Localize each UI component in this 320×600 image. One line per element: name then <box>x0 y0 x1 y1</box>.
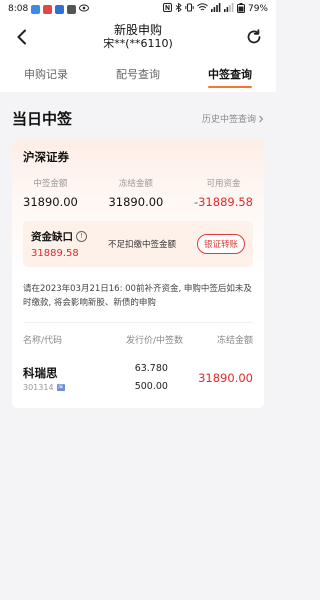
price-count: 63.780 500.00 <box>135 360 168 396</box>
column-header-frozen: 冻结金额 <box>216 336 253 347</box>
market-badge-icon: 深 <box>56 383 65 391</box>
status-time: 8:08 <box>8 4 29 14</box>
funding-gap-value: 31889.58 <box>31 248 79 259</box>
bluetooth-icon <box>175 2 182 15</box>
funding-gap-box: 资金缺口 ! 31889.58 不足扣缴中签金额 银证转账 <box>23 221 253 267</box>
stat-value: 31890.00 <box>108 195 164 209</box>
stat-available-funds: 可用资金 -31889.58 <box>194 177 253 209</box>
column-header-price: 发行价/中签数 <box>125 336 184 347</box>
stock-name: 科瑞思 <box>23 365 58 380</box>
vibrate-icon <box>185 3 194 15</box>
frozen-amount: 31890.00 <box>198 371 253 386</box>
refresh-icon <box>247 29 261 44</box>
signal-icon <box>210 3 221 15</box>
stat-label: 可用资金 <box>206 179 241 189</box>
winning-card: 沪深证券 中签金额 31890.00 冻结金额 31890.00 可用资金 -3… <box>12 139 264 409</box>
chevron-left-icon <box>17 29 26 45</box>
history-link-label: 历史中签查询 <box>201 115 256 125</box>
signal-icon <box>223 3 234 15</box>
chevron-right-icon <box>259 115 264 122</box>
stat-winning-amount: 中签金额 31890.00 <box>23 177 78 209</box>
funding-gap-note: 不足扣缴中签金额 <box>107 240 176 250</box>
payment-notice: 请在2023年03月21日16: 00前补齐资金, 申购中签后如未及时缴款, 将… <box>23 284 252 308</box>
app-notification-icon <box>55 4 65 14</box>
funding-gap-info: 资金缺口 ! 31889.58 <box>31 229 87 259</box>
header: 新股申购 宋**(**6110) <box>0 18 276 56</box>
eye-icon <box>79 4 90 15</box>
back-button[interactable] <box>12 27 32 47</box>
header-title-group: 新股申购 宋**(**6110) <box>103 22 173 50</box>
page-title: 新股申购 <box>113 22 162 37</box>
app-notification-icon <box>43 4 53 14</box>
tab-allotment-query[interactable]: 配号查询 <box>92 56 184 92</box>
status-right: 79% <box>162 2 268 16</box>
stock-code-row: 301314 深 <box>23 383 65 392</box>
stat-value: 31890.00 <box>23 195 78 209</box>
stat-label: 冻结金额 <box>118 179 153 189</box>
app-notification-icon <box>67 4 77 14</box>
table-header: 名称/代码 发行价/中签数 冻结金额 <box>12 323 264 352</box>
winning-count: 500.00 <box>134 381 168 393</box>
funding-gap-title-row: 资金缺口 ! <box>31 229 87 244</box>
tab-subscription-records[interactable]: 申购记录 <box>0 56 92 92</box>
column-header-name: 名称/代码 <box>23 336 63 347</box>
history-winning-link[interactable]: 历史中签查询 <box>202 112 264 125</box>
market-name: 沪深证券 <box>23 150 69 164</box>
table-row[interactable]: 科瑞思 301314 深 63.780 500.00 31890.00 <box>12 352 264 408</box>
refresh-button[interactable] <box>244 27 264 47</box>
battery-percent: 79% <box>247 4 268 14</box>
info-icon[interactable]: ! <box>76 231 87 242</box>
stats-row: 中签金额 31890.00 冻结金额 31890.00 可用资金 -31889.… <box>23 177 253 209</box>
battery-icon <box>236 2 245 16</box>
stat-label: 中签金额 <box>33 179 68 189</box>
tab-bar: 申购记录 配号查询 中签查询 <box>0 56 276 92</box>
stock-info: 科瑞思 301314 深 <box>23 365 65 392</box>
status-left: 8:08 <box>8 4 90 15</box>
bank-transfer-button[interactable]: 银证转账 <box>196 234 245 254</box>
tab-winning-query[interactable]: 中签查询 <box>184 56 276 92</box>
account-label: 宋**(**6110) <box>103 36 173 50</box>
funding-gap-title: 资金缺口 <box>31 231 73 243</box>
status-bar: 8:08 79% <box>0 0 276 18</box>
section-header: 当日中签 历史中签查询 <box>0 92 276 139</box>
stat-value: -31889.58 <box>193 195 253 209</box>
issue-price: 63.780 <box>134 363 168 375</box>
nfc-icon <box>162 3 172 15</box>
stat-frozen-amount: 冻结金额 31890.00 <box>108 177 163 209</box>
section-title: 当日中签 <box>12 110 73 128</box>
card-summary: 沪深证券 中签金额 31890.00 冻结金额 31890.00 可用资金 -3… <box>12 139 264 277</box>
wifi-icon <box>197 3 208 15</box>
app-notification-icon <box>31 4 41 14</box>
stock-code: 301314 <box>23 382 54 392</box>
